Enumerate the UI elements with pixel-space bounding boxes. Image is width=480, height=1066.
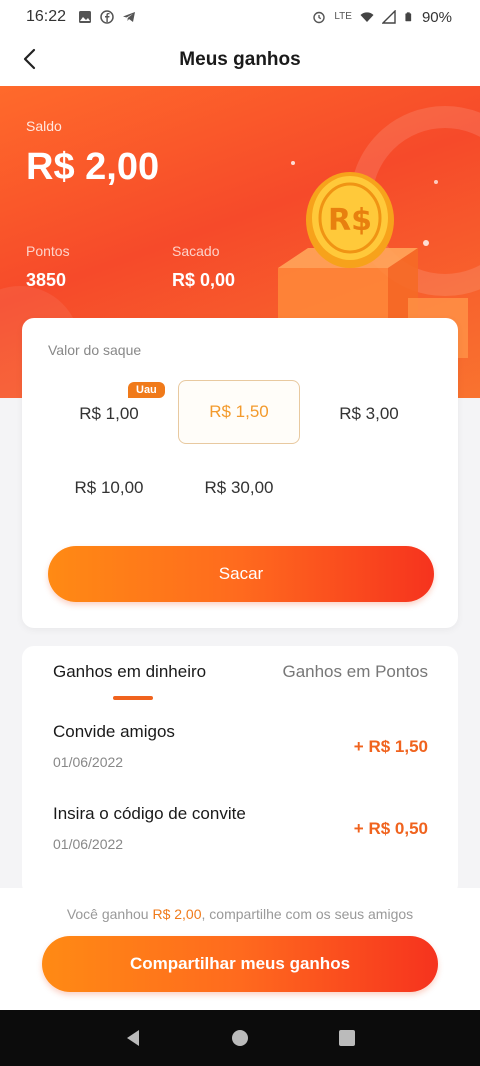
nav-recents-icon[interactable] [335,1026,359,1050]
share-highlight-amount: R$ 2,00 [152,906,202,922]
active-tab-indicator [113,696,153,700]
earning-row-amount: + R$ 1,50 [353,737,428,756]
sacado-label: Sacado [172,243,220,259]
sacar-button[interactable]: Sacar [48,546,434,602]
share-message: Você ganhou R$ 2,00, compartilhe com os … [0,906,480,922]
earnings-card: Ganhos em dinheiro Ganhos em Pontos Conv… [22,646,458,896]
uau-badge: Uau [128,382,165,398]
amount-option-5[interactable]: R$ 30,00 [178,456,300,520]
withdraw-card: Valor do saque R$ 1,00 R$ 1,50 R$ 3,00 R… [22,318,458,628]
pontos-value: 3850 [26,270,67,290]
earning-row-title: Insira o código de convite [53,804,246,823]
status-right: LTE 90% [312,9,452,26]
share-text-after: , compartilhe com os seus amigos [201,906,414,922]
status-left: 16:22 [26,8,136,26]
amount-option-3[interactable]: R$ 3,00 [308,382,430,446]
share-area: Você ganhou R$ 2,00, compartilhe com os … [0,888,480,1010]
status-bar: 16:22 LTE 90% [0,0,480,34]
image-icon [79,11,92,23]
earning-row-date: 01/06/2022 [53,836,124,852]
telegram-icon [123,12,136,22]
battery-icon [405,12,412,22]
withdraw-label: Valor do saque [48,342,142,358]
tab-ganhos-dinheiro[interactable]: Ganhos em dinheiro [53,662,206,682]
share-text-before: Você ganhou [66,906,153,922]
earning-row-amount: + R$ 0,50 [353,819,428,838]
alarm-icon [313,11,326,24]
page-title: Meus ganhos [179,49,301,70]
earning-row-date: 01/06/2022 [53,754,124,770]
wifi-icon [360,12,374,22]
amount-option-4[interactable]: R$ 10,00 [48,456,170,520]
share-earnings-button[interactable]: Compartilhar meus ganhos [42,936,438,992]
signal-icon [381,10,396,24]
pontos-label: Pontos [26,243,70,259]
sacado-value: R$ 0,00 [172,270,236,290]
earning-row-title: Convide amigos [53,722,175,741]
nav-back-icon[interactable] [121,1026,145,1050]
app-header: Meus ganhos [0,34,480,86]
saldo-label: Saldo [26,118,62,134]
battery-level: 90% [421,8,452,26]
saldo-value: R$ 2,00 [26,146,160,188]
back-arrow-icon[interactable] [18,46,44,72]
network-type: LTE [334,11,352,22]
system-nav-bar [0,1010,480,1066]
amount-option-2-selected[interactable]: R$ 1,50 [178,380,300,444]
tab-ganhos-pontos[interactable]: Ganhos em Pontos [282,662,428,682]
svg-text:R$: R$ [328,203,372,238]
facebook-icon [100,10,114,24]
nav-home-icon[interactable] [228,1026,252,1050]
status-time: 16:22 [26,8,67,25]
